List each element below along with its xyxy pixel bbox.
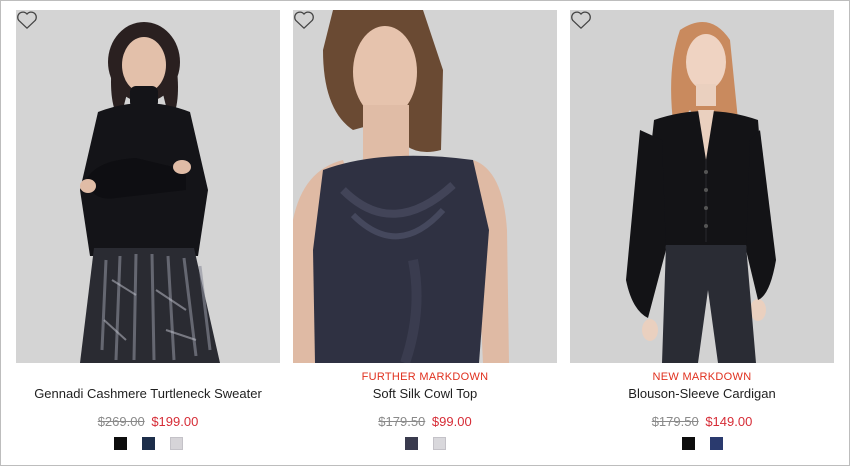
product-image[interactable]	[570, 10, 834, 363]
color-swatch-light-grey[interactable]	[169, 437, 183, 450]
sale-price: $99.00	[431, 414, 472, 429]
original-price: $179.50	[651, 414, 699, 429]
product-prices: $269.00 $199.00	[16, 414, 280, 430]
model-photo	[16, 10, 280, 363]
color-swatch-navy[interactable]	[709, 437, 723, 450]
color-swatch-navy[interactable]	[141, 437, 155, 450]
product-badge: NEW MARKDOWN	[652, 371, 752, 383]
product-name[interactable]: Soft Silk Cowl Top	[293, 386, 557, 402]
color-swatches	[16, 437, 280, 450]
product-card-blouson-cardigan[interactable]: NEW MARKDOWN Blouson-Sleeve Cardigan $17…	[570, 10, 834, 466]
color-swatch-black[interactable]	[681, 437, 695, 450]
product-name[interactable]: Blouson-Sleeve Cardigan	[570, 386, 834, 402]
product-card-gennadi[interactable]: Gennadi Cashmere Turtleneck Sweater $269…	[16, 10, 280, 466]
color-swatch-black[interactable]	[113, 437, 127, 450]
model-photo	[570, 10, 834, 363]
product-image[interactable]	[16, 10, 280, 363]
product-card-silk-cowl[interactable]: FURTHER MARKDOWN Soft Silk Cowl Top $179…	[293, 10, 557, 466]
product-badge	[16, 370, 280, 384]
product-image[interactable]	[293, 10, 557, 363]
color-swatch-light-grey[interactable]	[432, 437, 446, 450]
favorite-heart-icon[interactable]	[293, 10, 315, 30]
original-price: $179.50	[378, 414, 426, 429]
original-price: $269.00	[97, 414, 145, 429]
product-badge: FURTHER MARKDOWN	[361, 371, 489, 383]
favorite-heart-icon[interactable]	[570, 10, 592, 30]
favorite-heart-icon[interactable]	[16, 10, 38, 30]
color-swatch-navy[interactable]	[404, 437, 418, 450]
sale-price: $199.00	[151, 414, 199, 429]
model-photo	[293, 10, 557, 363]
product-prices: $179.50 $149.00	[570, 414, 834, 430]
color-swatches	[570, 437, 834, 450]
sale-price: $149.00	[705, 414, 753, 429]
color-swatches	[293, 437, 557, 450]
product-prices: $179.50 $99.00	[293, 414, 557, 430]
product-name[interactable]: Gennadi Cashmere Turtleneck Sweater	[16, 386, 280, 402]
